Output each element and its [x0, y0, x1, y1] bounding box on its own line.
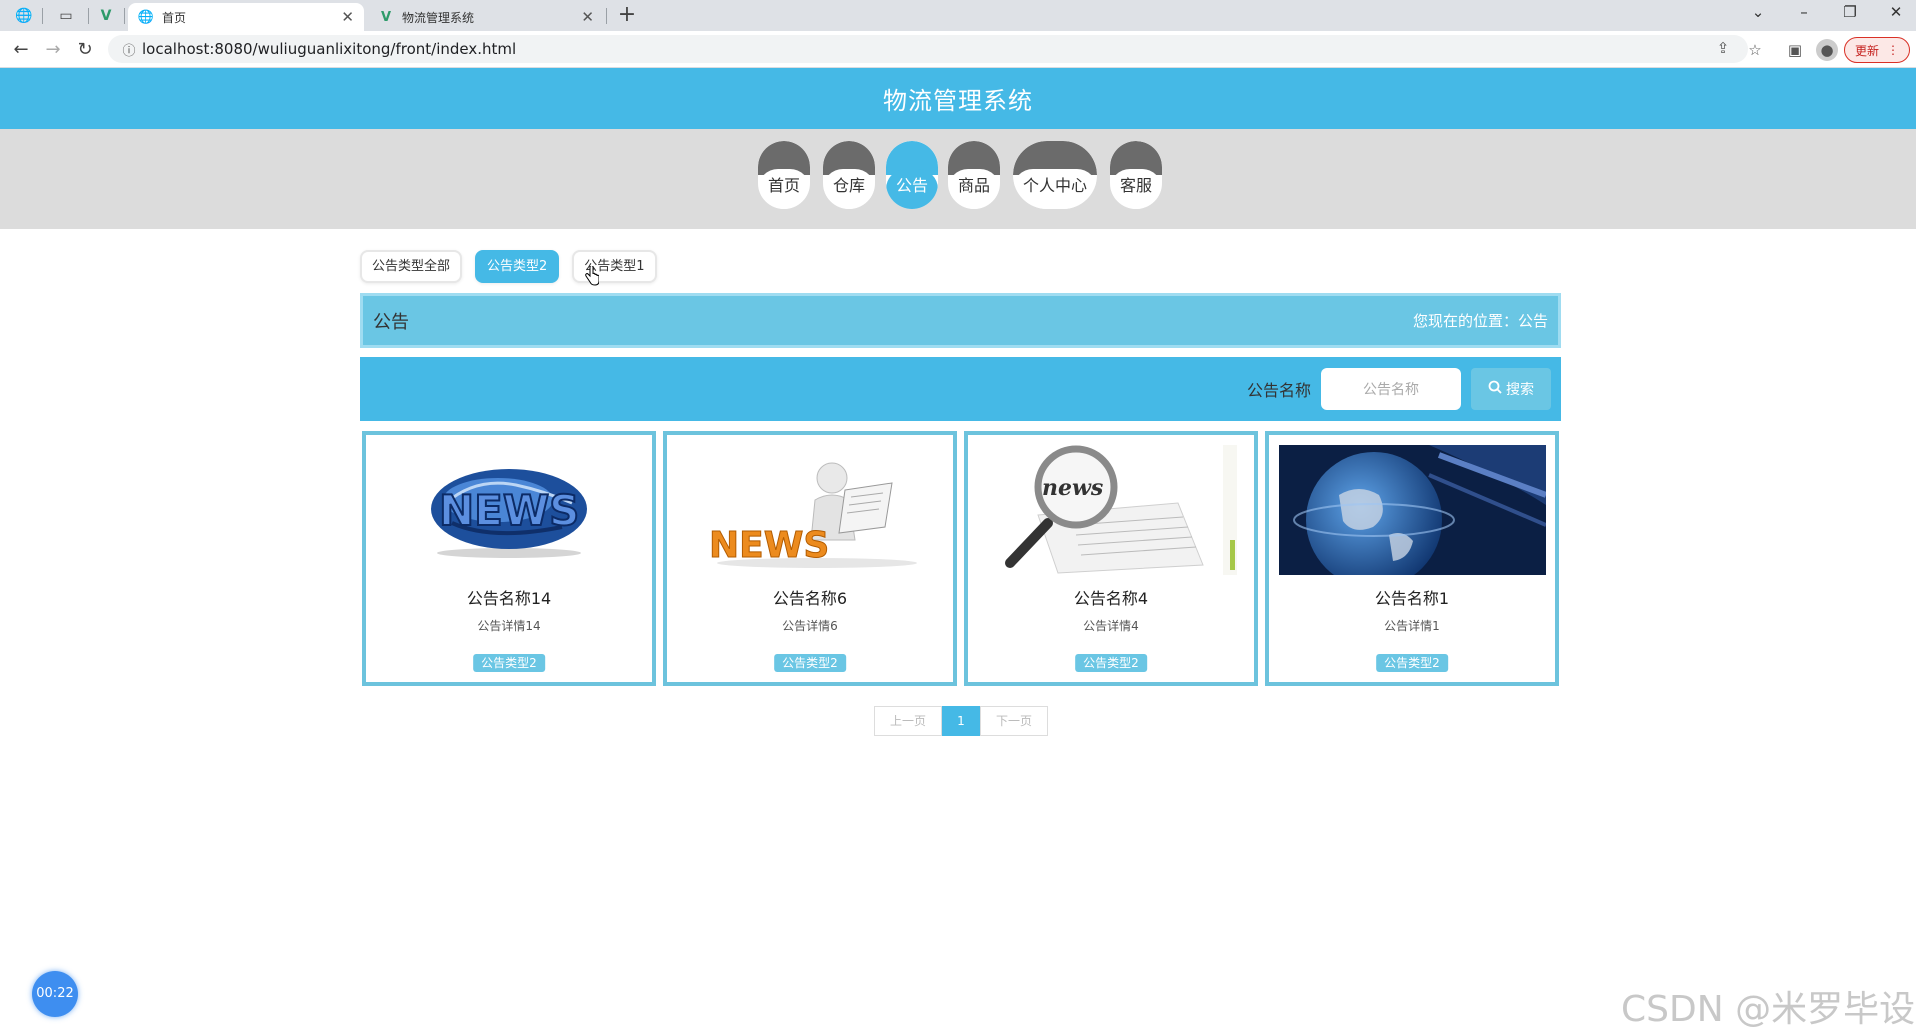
news-globe-image[interactable]: NEWS: [376, 445, 643, 575]
tab-divider: [42, 8, 43, 24]
search-label: 公告名称: [1246, 381, 1311, 400]
page-number-1[interactable]: 1: [942, 706, 980, 736]
vue-logo-icon: V: [380, 9, 392, 25]
update-label: 更新: [1854, 43, 1879, 58]
nav-home[interactable]: 首页: [758, 141, 810, 209]
news-figure-image[interactable]: NEWS: [677, 445, 944, 575]
recording-timer[interactable]: 00:22: [32, 971, 78, 1017]
card-type-badge: 公告类型2: [1075, 654, 1147, 672]
main-nav: 首页 仓库 公告 商品 个人中心 客服: [0, 129, 1916, 229]
info-icon[interactable]: ⓘ: [116, 40, 142, 59]
breadcrumb: 公告 您现在的位置：公告: [360, 293, 1561, 348]
nav-warehouse[interactable]: 仓库: [823, 141, 875, 209]
search-button[interactable]: 搜索: [1471, 368, 1551, 410]
nav-label: 仓库: [823, 169, 875, 209]
nav-label: 客服: [1110, 169, 1162, 209]
close-window-button[interactable]: ✕: [1874, 0, 1916, 26]
card-title: 公告名称4: [1073, 589, 1149, 608]
tab-system[interactable]: V 物流管理系统 ✕: [368, 3, 604, 31]
card-type-badge: 公告类型2: [473, 654, 545, 672]
card-type-badge: 公告类型2: [1376, 654, 1448, 672]
tab-search-chevron-icon[interactable]: ⌄: [1736, 0, 1780, 26]
browser-tab-strip: 🌐 ▭ V 🌐 首页 ✕ V 物流管理系统 ✕ + ⌄ – ❐ ✕: [0, 0, 1916, 31]
pagination: 上一页 1 下一页: [874, 706, 1048, 736]
minimize-button[interactable]: –: [1782, 0, 1826, 26]
tab-divider: [88, 8, 89, 24]
forward-arrow-icon[interactable]: →: [40, 37, 66, 63]
section-title: 公告: [373, 311, 409, 333]
card-description: 公告详情14: [477, 619, 541, 633]
nav-goods[interactable]: 商品: [948, 141, 1000, 209]
search-button-label: 搜索: [1506, 382, 1534, 398]
card-title: 公告名称14: [466, 589, 552, 608]
search-icon: [1488, 380, 1502, 398]
earth-broadcast-image[interactable]: [1279, 445, 1546, 575]
share-icon[interactable]: ⇪: [1712, 37, 1734, 59]
close-icon[interactable]: ✕: [581, 8, 594, 26]
profile-avatar-icon[interactable]: ●: [1816, 39, 1838, 61]
nav-label: 首页: [758, 169, 810, 209]
nav-announcement[interactable]: 公告: [886, 141, 938, 209]
url-field[interactable]: ⓘ localhost:8080/wuliuguanlixitong/front…: [108, 35, 1748, 63]
blank-tab-icon[interactable]: ▭: [50, 4, 82, 28]
prev-page-button[interactable]: 上一页: [874, 706, 942, 736]
announcement-card[interactable]: news 公告名称4 公告详情4 公告类型2: [964, 431, 1258, 686]
nav-customer-service[interactable]: 客服: [1110, 141, 1162, 209]
globe-icon[interactable]: 🌐: [8, 4, 40, 28]
site-title: 物流管理系统: [883, 87, 1033, 115]
card-title: 公告名称6: [772, 589, 848, 608]
tab-title: 物流管理系统: [402, 10, 475, 25]
card-description: 公告详情4: [1083, 619, 1139, 633]
announcement-card[interactable]: NEWS 公告名称14 公告详情14 公告类型2: [362, 431, 656, 686]
announcement-list: NEWS 公告名称14 公告详情14 公告类型2 NEWS 公告名称6 公告详情…: [362, 431, 1559, 686]
hand-cursor-icon: [585, 266, 599, 286]
svg-text:NEWS: NEWS: [439, 486, 579, 535]
card-title: 公告名称1: [1374, 589, 1450, 608]
search-bar: 公告名称 搜索: [360, 357, 1561, 421]
announcement-card[interactable]: 公告名称1 公告详情1 公告类型2: [1265, 431, 1559, 686]
star-icon[interactable]: ☆: [1744, 39, 1766, 61]
url-text: localhost:8080/wuliuguanlixitong/front/i…: [142, 40, 517, 58]
next-page-button[interactable]: 下一页: [980, 706, 1048, 736]
back-arrow-icon[interactable]: ←: [8, 37, 34, 63]
nav-personal-center[interactable]: 个人中心: [1013, 141, 1097, 209]
watermark: CSDN @米罗毕设: [1621, 989, 1916, 1030]
search-input[interactable]: [1321, 368, 1461, 410]
news-magnifier-image[interactable]: news: [978, 445, 1245, 575]
card-description: 公告详情1: [1384, 619, 1440, 633]
filter-all[interactable]: 公告类型全部: [360, 250, 463, 283]
restore-button[interactable]: ❐: [1828, 0, 1872, 26]
close-icon[interactable]: ✕: [341, 8, 354, 26]
tab-home[interactable]: 🌐 首页 ✕: [128, 3, 364, 31]
type-filters: 公告类型全部 公告类型2 公告类型1: [360, 250, 657, 283]
tab-divider: [606, 8, 607, 24]
svg-text:NEWS: NEWS: [709, 525, 829, 566]
address-bar: ← → ↻ ⓘ localhost:8080/wuliuguanlixitong…: [0, 31, 1916, 68]
vue-logo-icon[interactable]: V: [90, 4, 122, 28]
reload-icon[interactable]: ↻: [72, 37, 98, 63]
new-tab-button[interactable]: +: [615, 3, 639, 29]
site-header: 物流管理系统: [0, 68, 1916, 129]
nav-label: 个人中心: [1013, 169, 1097, 209]
more-menu-icon: ⋮: [1887, 43, 1899, 57]
tab-divider: [124, 8, 125, 24]
sidebar-icon[interactable]: ▣: [1784, 39, 1806, 61]
tab-title: 首页: [162, 10, 187, 25]
svg-text:news: news: [1042, 475, 1103, 501]
filter-type-2[interactable]: 公告类型2: [475, 250, 560, 283]
nav-label: 公告: [886, 169, 938, 209]
card-type-badge: 公告类型2: [774, 654, 846, 672]
nav-label: 商品: [948, 169, 1000, 209]
current-location: 您现在的位置：公告: [1412, 312, 1548, 330]
globe-icon: 🌐: [137, 9, 155, 25]
card-description: 公告详情6: [782, 619, 838, 633]
update-button[interactable]: 更新 ⋮: [1844, 37, 1910, 63]
announcement-card[interactable]: NEWS 公告名称6 公告详情6 公告类型2: [663, 431, 957, 686]
